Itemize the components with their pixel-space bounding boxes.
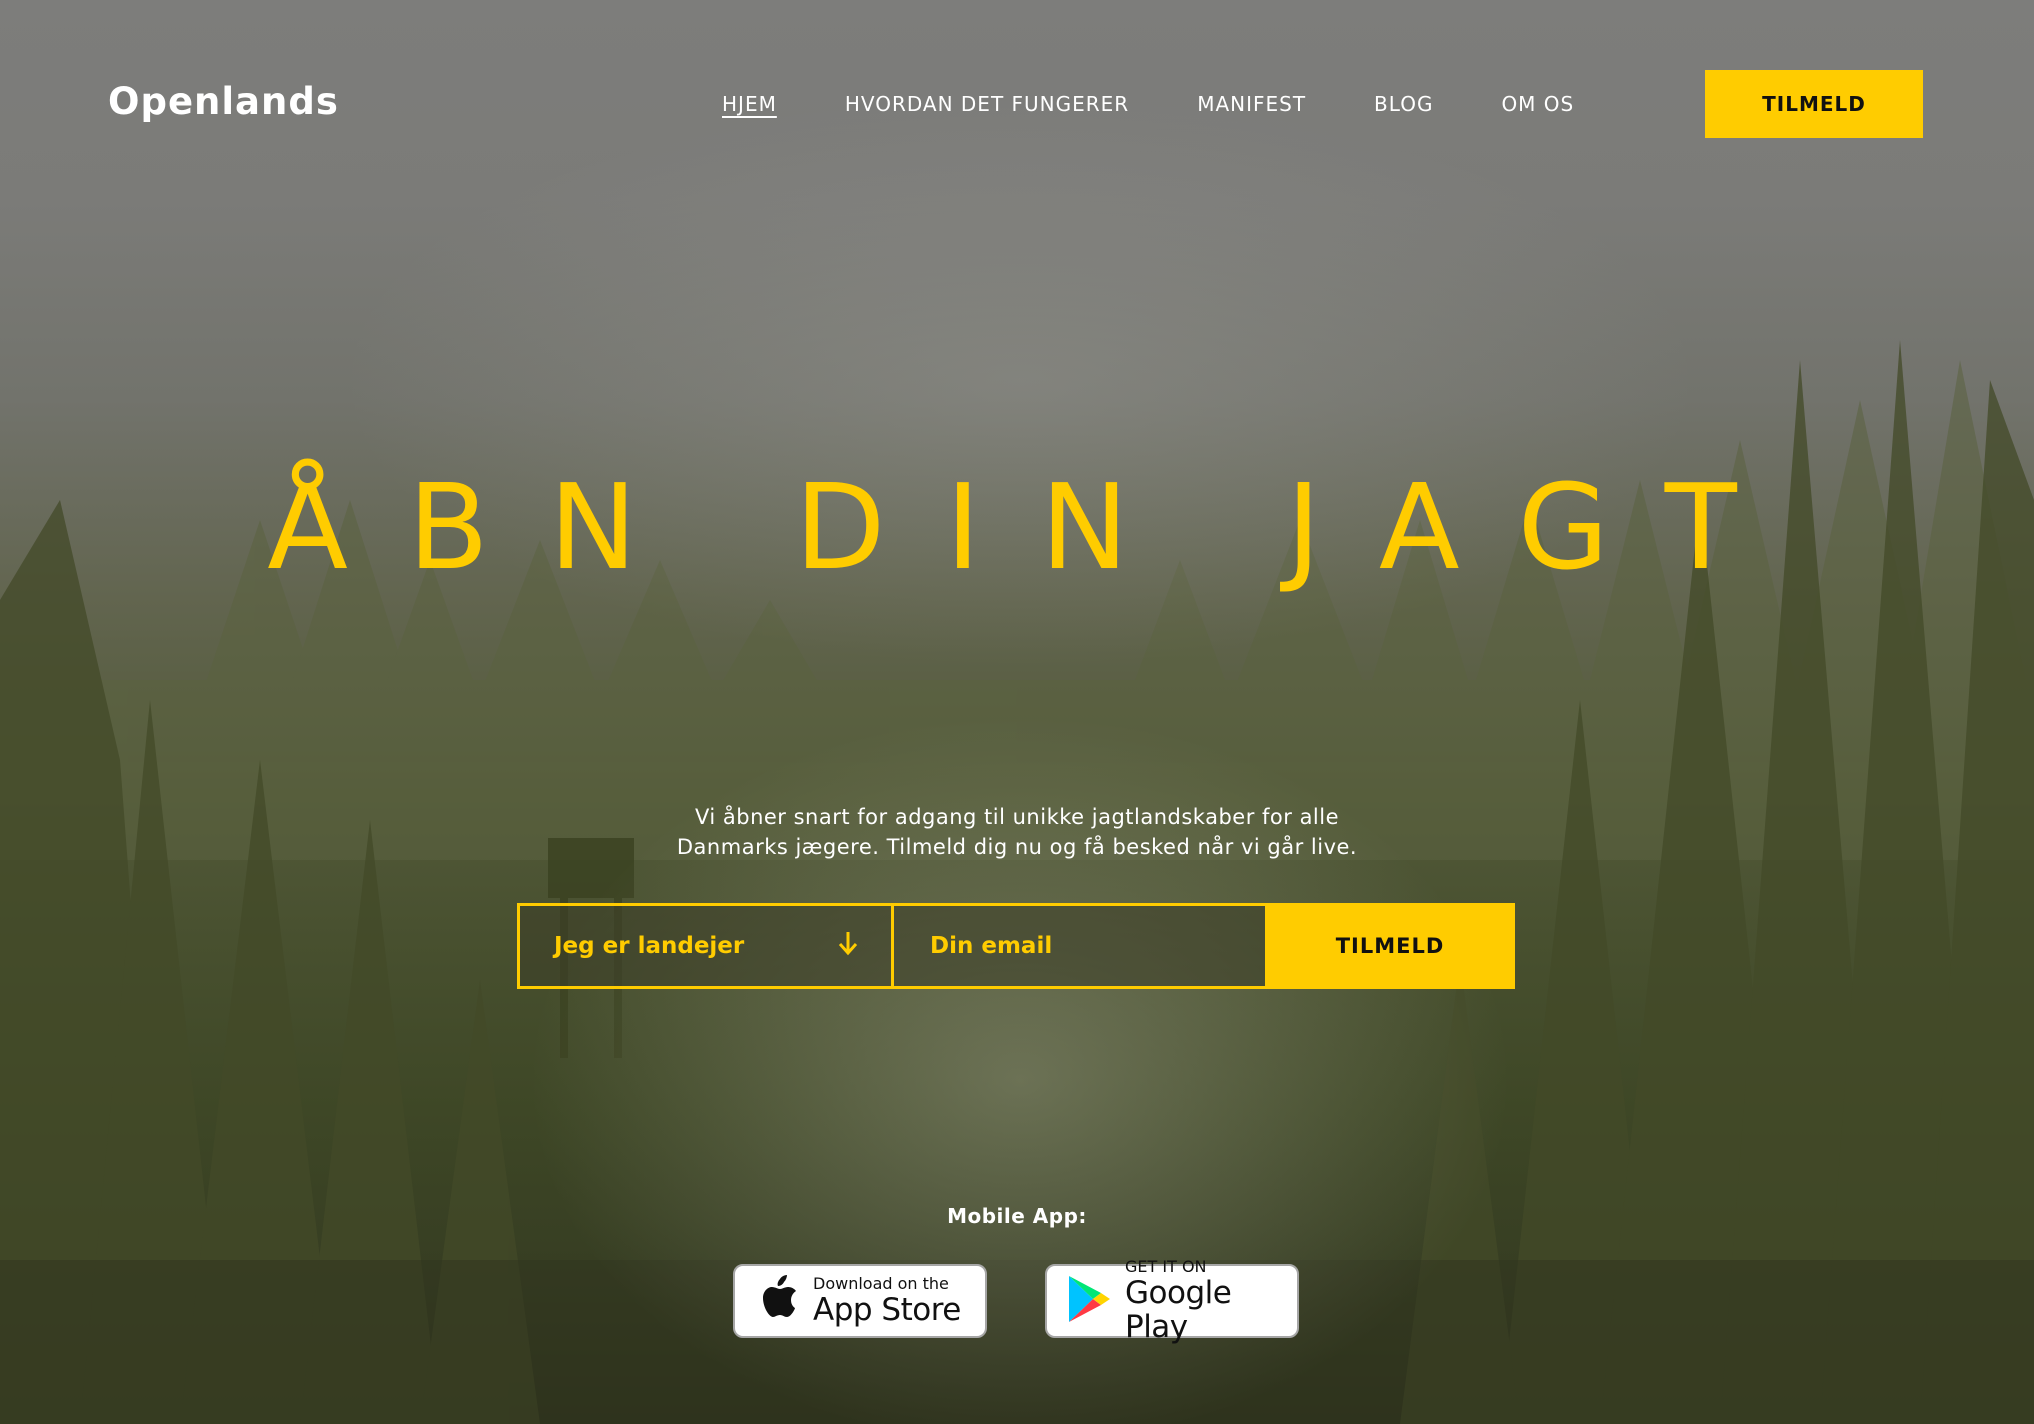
header-signup-button[interactable]: TILMELD xyxy=(1705,70,1923,138)
hero-subtitle: Vi åbner snart for adgang til unikke jag… xyxy=(617,802,1417,862)
role-select-value: Jeg er landejer xyxy=(554,933,745,959)
google-play-badge[interactable]: GET IT ON Google Play xyxy=(1045,1258,1299,1344)
arrow-down-icon xyxy=(837,930,859,963)
apple-icon xyxy=(755,1273,799,1329)
nav-item-blog[interactable]: BLOG xyxy=(1374,92,1433,116)
google-play-icon xyxy=(1067,1274,1111,1328)
app-store-small-text: Download on the xyxy=(813,1274,949,1293)
nav-item-hvordan-det-fungerer[interactable]: HVORDAN DET FUNGERER xyxy=(845,92,1129,116)
signup-form: Jeg er landejer TILMELD xyxy=(517,903,1515,989)
nav-item-manifest[interactable]: MANIFEST xyxy=(1197,92,1306,116)
email-field[interactable] xyxy=(928,932,1232,960)
google-play-big-text: Google Play xyxy=(1125,1275,1232,1345)
app-store-badge[interactable]: Download on the App Store xyxy=(733,1264,987,1338)
hero-subtitle-line-2: Danmarks jægere. Tilmeld dig nu og få be… xyxy=(676,835,1358,859)
landing-page: Openlands HJEM HVORDAN DET FUNGERER MANI… xyxy=(0,0,2034,1424)
signup-submit-button[interactable]: TILMELD xyxy=(1265,903,1515,989)
role-select[interactable]: Jeg er landejer xyxy=(517,903,893,989)
app-store-text: Download on the App Store xyxy=(813,1274,961,1328)
app-store-big-text: App Store xyxy=(813,1292,961,1328)
google-play-small-text: GET IT ON xyxy=(1125,1257,1207,1276)
hero-title: ÅBN DIN JAGT xyxy=(267,458,1797,596)
nav-item-om-os[interactable]: OM OS xyxy=(1501,92,1574,116)
hero-subtitle-line-1: Vi åbner snart for adgang til unikke jag… xyxy=(694,805,1340,829)
site-logo[interactable]: Openlands xyxy=(108,80,339,123)
google-play-text: GET IT ON Google Play xyxy=(1125,1257,1297,1345)
mobile-app-label: Mobile App: xyxy=(947,1204,1087,1228)
email-field-wrapper xyxy=(893,903,1265,989)
main-nav: HJEM HVORDAN DET FUNGERER MANIFEST BLOG … xyxy=(722,92,1642,116)
nav-item-hjem[interactable]: HJEM xyxy=(722,92,777,116)
